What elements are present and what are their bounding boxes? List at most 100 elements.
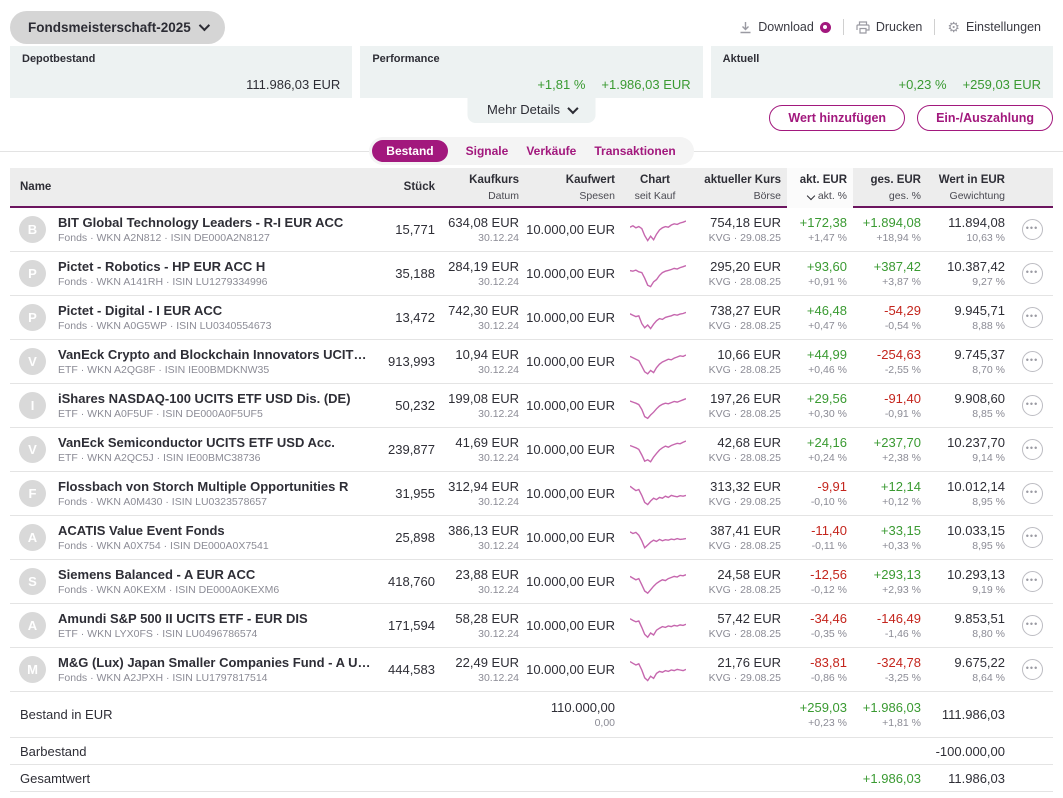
table-row: P Pictet - Robotics - HP EUR ACC H Fonds… [10,252,1053,296]
barbestand-wert: -100.000,00 [935,743,1005,759]
akt-eur-cell: -12,56 -0,12 % [810,567,847,596]
fund-name-link[interactable]: Pictet - Digital - I EUR ACC [58,303,371,318]
akt-eur-cell: -34,46 -0,35 % [810,611,847,640]
col-wert[interactable]: Wert in EUR Gewichtung [927,172,1011,205]
col-akt-eur-sorted[interactable]: akt. EUR akt. % [787,168,853,208]
gesamtwert-ges: +1.986,03 [862,770,921,786]
col-kurs[interactable]: aktueller Kurs Börse [695,172,787,205]
stueck-cell: 25,898 [395,530,435,545]
fund-name-link[interactable]: Flossbach von Storch Multiple Opportunit… [58,479,371,494]
download-icon [740,21,751,33]
mid-row: Mehr Details Wert hinzufügen Ein-/Auszah… [0,98,1063,134]
stueck-cell: 31,955 [395,486,435,501]
print-button[interactable]: Drucken [844,20,935,34]
tabs-row: Bestand Signale Verkäufe Transaktionen [0,134,1063,168]
ges-eur-cell: +1.894,08 +18,94 % [862,215,921,244]
row-menu-button[interactable]: ••• [1021,263,1043,284]
tab-bestand[interactable]: Bestand [372,140,448,162]
portfolio-selector[interactable]: Fondsmeisterschaft-2025 [10,10,225,44]
wert-cell: 11.894,08 10,63 % [948,215,1005,244]
stueck-cell: 50,232 [395,398,435,413]
fund-name-link[interactable]: M&G (Lux) Japan Smaller Companies Fund -… [58,655,371,670]
more-details-toggle[interactable]: Mehr Details [467,98,596,123]
fund-name-link[interactable]: VanEck Semiconductor UCITS ETF USD Acc. [58,435,371,450]
row-menu-button[interactable]: ••• [1021,439,1043,460]
fund-name-cell: ACATIS Value Event Fonds Fonds · WKN A0X… [50,523,371,552]
top-bar: Fondsmeisterschaft-2025 Download Drucken… [0,0,1063,46]
add-value-button[interactable]: Wert hinzufügen [769,105,906,131]
tab-verkaeufe[interactable]: Verkäufe [526,144,576,158]
table-row: A ACATIS Value Event Fonds Fonds · WKN A… [10,516,1053,560]
kaufkurs-cell: 23,88 EUR 30.12.24 [455,567,519,596]
row-menu-button[interactable]: ••• [1021,351,1043,372]
table-header: Name Stück Kaufkurs Datum Kaufwert Spesen … [10,168,1053,208]
ges-eur-cell: +387,42 +3,87 % [873,259,921,288]
kaufwert-cell: 10.000,00 EUR [526,398,615,413]
gesamtwert-label: Gesamtwert [20,770,91,786]
fund-avatar: A [19,524,46,551]
kurs-cell: 738,27 EUR KVG · 28.08.25 [708,303,781,332]
printer-icon [856,20,870,34]
download-button[interactable]: Download [727,20,843,34]
col-ges-eur[interactable]: ges. EUR ges. % [853,172,927,205]
col-kaufwert[interactable]: Kaufwert Spesen [525,172,621,205]
kurs-cell: 754,18 EUR KVG · 29.08.25 [708,215,781,244]
fund-name-link[interactable]: ACATIS Value Event Fonds [58,523,371,538]
wert-cell: 10.387,42 9,27 % [947,259,1005,288]
fund-meta: Fonds · WKN A141RH · ISIN LU1279334996 [58,276,268,288]
today-card: Aktuell +0,23 % +259,03 EUR [710,46,1053,98]
settings-button[interactable]: ⚙ Einstellungen [935,19,1053,36]
summary-cards: Depotbestand 111.986,03 EUR Performance … [0,46,1063,98]
table-row: A Amundi S&P 500 II UCITS ETF - EUR DIS … [10,604,1053,648]
akt-eur-cell: +46,48 +0,47 % [806,303,847,332]
ges-eur-cell: +293,13 +2,93 % [873,567,921,596]
row-menu-button[interactable]: ••• [1021,615,1043,636]
depot-balance-value: 111.986,03 EUR [246,77,341,92]
action-buttons: Wert hinzufügen Ein-/Auszahlung [769,105,1053,131]
wert-cell: 10.033,15 8,95 % [947,523,1005,552]
table-row: V VanEck Semiconductor UCITS ETF USD Acc… [10,428,1053,472]
fund-name-link[interactable]: VanEck Crypto and Blockchain Innovators … [58,347,371,362]
settings-label: Einstellungen [965,20,1041,34]
ges-eur-cell: -54,29 -0,54 % [884,303,921,332]
fund-meta: Fonds · WKN A0X754 · ISIN DE000A0X7541 [58,540,269,552]
fund-meta: Fonds · WKN A0KEXM · ISIN DE000A0KEXM6 [58,584,280,596]
fund-name-link[interactable]: Siemens Balanced - A EUR ACC [58,567,371,582]
sparkline-chart [621,347,695,377]
kurs-cell: 313,32 EUR KVG · 29.08.25 [708,479,781,508]
row-menu-button[interactable]: ••• [1021,483,1043,504]
row-menu-button[interactable]: ••• [1021,307,1043,328]
table-body: B BIT Global Technology Leaders - R-I EU… [10,208,1053,692]
sparkline-chart [621,655,695,685]
sparkline-chart [621,303,695,333]
row-menu-button[interactable]: ••• [1021,659,1043,680]
sparkline-chart [621,435,695,465]
totals-kaufwert: 110.000,00 0,00 [550,700,615,729]
row-menu-button[interactable]: ••• [1021,527,1043,548]
row-menu-button[interactable]: ••• [1021,571,1043,592]
portfolio-name: Fondsmeisterschaft-2025 [28,19,191,35]
table-row: I iShares NASDAQ-100 UCITS ETF USD Dis. … [10,384,1053,428]
col-stueck[interactable]: Stück [371,179,441,196]
tab-transaktionen[interactable]: Transaktionen [594,144,675,158]
tab-signale[interactable]: Signale [466,144,509,158]
row-menu-button[interactable]: ••• [1021,395,1043,416]
col-kaufkurs[interactable]: Kaufkurs Datum [441,172,525,205]
wert-cell: 9.675,22 8,64 % [954,655,1005,684]
akt-eur-cell: -11,40 -0,11 % [811,523,847,552]
fund-name-link[interactable]: iShares NASDAQ-100 UCITS ETF USD Dis. (D… [58,391,371,406]
fund-meta: Fonds · WKN A2N812 · ISIN DE000A2N8127 [58,232,270,244]
fund-name-link[interactable]: Pictet - Robotics - HP EUR ACC H [58,259,371,274]
stueck-cell: 239,877 [388,442,435,457]
kaufkurs-cell: 312,94 EUR 30.12.24 [448,479,519,508]
row-menu-button[interactable]: ••• [1021,219,1043,240]
fund-meta: ETF · WKN LYX0FS · ISIN LU0496786574 [58,628,258,640]
fund-name-link[interactable]: BIT Global Technology Leaders - R-I EUR … [58,215,371,230]
sparkline-chart [621,259,695,289]
fund-name-link[interactable]: Amundi S&P 500 II UCITS ETF - EUR DIS [58,611,371,626]
kurs-cell: 24,58 EUR KVG · 28.08.25 [708,567,781,596]
cash-in-out-button[interactable]: Ein-/Auszahlung [917,105,1053,131]
kaufkurs-cell: 199,08 EUR 30.12.24 [448,391,519,420]
fund-meta: Fonds · WKN A0M430 · ISIN LU0323578657 [58,496,267,508]
depot-balance-card: Depotbestand 111.986,03 EUR [10,46,353,98]
